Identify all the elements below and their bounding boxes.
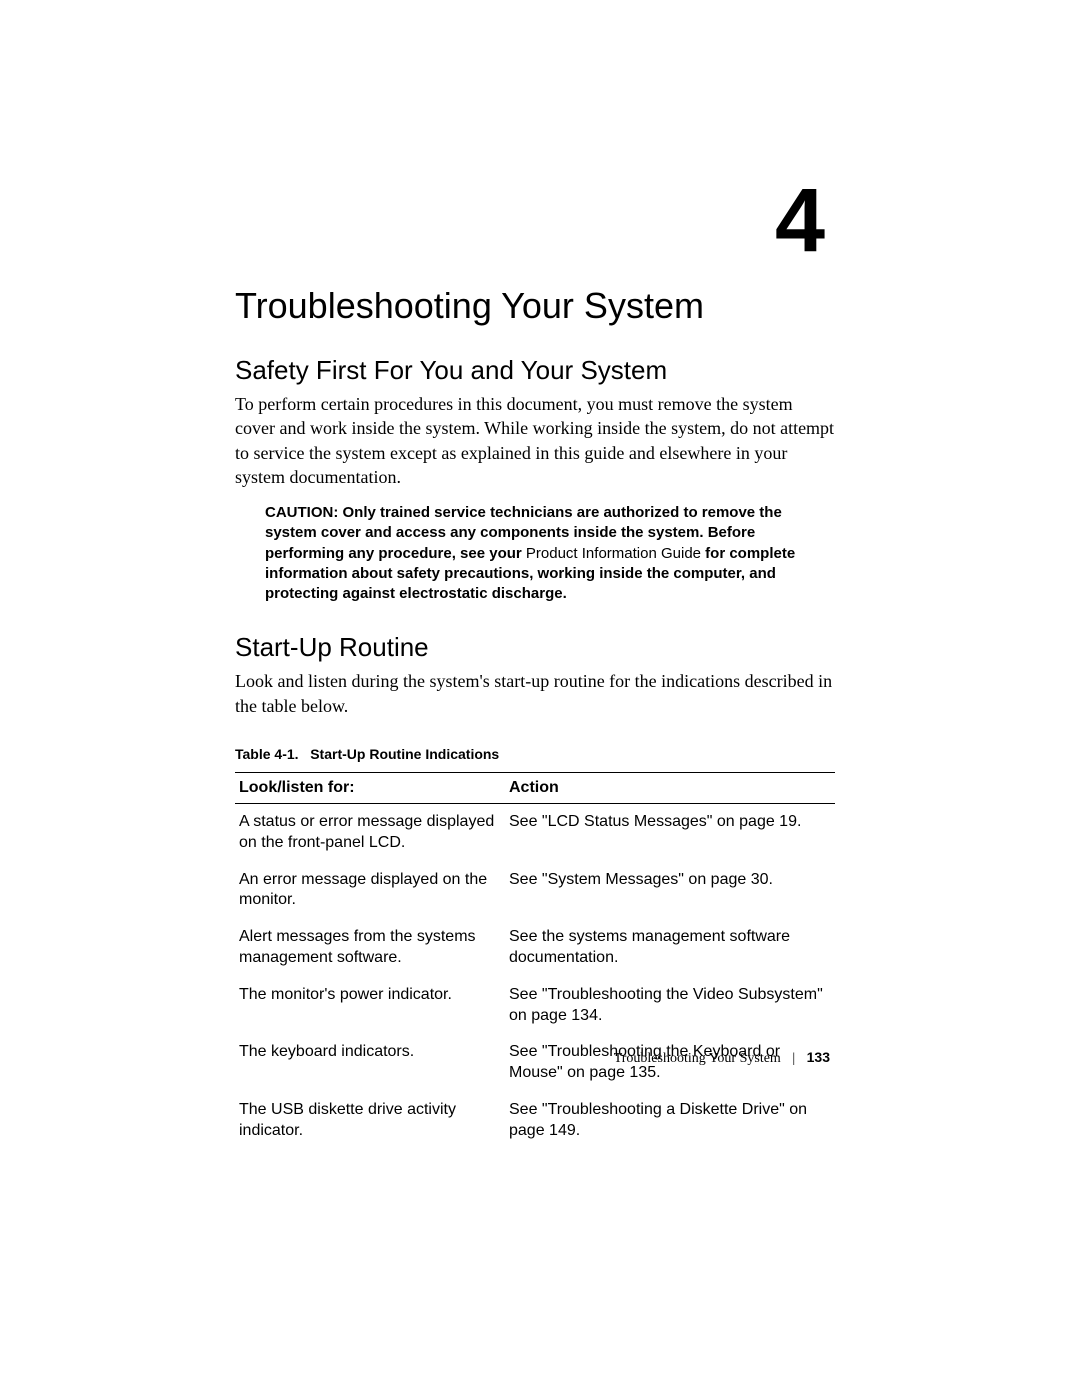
- cell-action: See "System Messages" on page 30.: [505, 862, 835, 920]
- document-page: 4 Troubleshooting Your System Safety Fir…: [0, 0, 1080, 1397]
- section-heading-startup: Start-Up Routine: [235, 632, 835, 663]
- footer-title: Troubleshooting Your System: [614, 1051, 781, 1066]
- cell-look: The USB diskette drive activity indicato…: [235, 1092, 505, 1150]
- page-footer: Troubleshooting Your System | 133: [614, 1049, 830, 1067]
- indications-table: Look/listen for: Action A status or erro…: [235, 772, 835, 1150]
- cell-look: An error message displayed on the monito…: [235, 862, 505, 920]
- cell-action: See the systems management software docu…: [505, 919, 835, 977]
- chapter-number: 4: [775, 170, 825, 273]
- cell-look: Alert messages from the systems manageme…: [235, 919, 505, 977]
- table-row: The monitor's power indicator. See "Trou…: [235, 977, 835, 1035]
- table-header-row: Look/listen for: Action: [235, 773, 835, 804]
- caution-guide-name: Product Information Guide: [526, 545, 701, 562]
- col-header-look: Look/listen for:: [235, 773, 505, 804]
- col-header-action: Action: [505, 773, 835, 804]
- footer-page-number: 133: [807, 1049, 830, 1065]
- chapter-title: Troubleshooting Your System: [235, 285, 835, 327]
- caution-block: CAUTION: Only trained service technician…: [265, 503, 835, 604]
- cell-look: The keyboard indicators.: [235, 1034, 505, 1092]
- paragraph-safety: To perform certain procedures in this do…: [235, 392, 835, 489]
- section-heading-safety: Safety First For You and Your System: [235, 355, 835, 386]
- cell-look: The monitor's power indicator.: [235, 977, 505, 1035]
- cell-action: See "LCD Status Messages" on page 19.: [505, 804, 835, 862]
- table-row: Alert messages from the systems manageme…: [235, 919, 835, 977]
- table-caption-prefix: Table 4-1.: [235, 746, 299, 762]
- footer-separator: |: [792, 1051, 795, 1066]
- paragraph-startup: Look and listen during the system's star…: [235, 669, 835, 718]
- cell-action: See "Troubleshooting the Video Subsystem…: [505, 977, 835, 1035]
- caution-label: CAUTION:: [265, 504, 338, 521]
- table-row: The USB diskette drive activity indicato…: [235, 1092, 835, 1150]
- cell-action: See "Troubleshooting a Diskette Drive" o…: [505, 1092, 835, 1150]
- table-row: A status or error message displayed on t…: [235, 804, 835, 862]
- cell-look: A status or error message displayed on t…: [235, 804, 505, 862]
- table-row: An error message displayed on the monito…: [235, 862, 835, 920]
- table-caption-title: Start-Up Routine Indications: [310, 746, 499, 762]
- table-caption: Table 4-1. Start-Up Routine Indications: [235, 746, 835, 762]
